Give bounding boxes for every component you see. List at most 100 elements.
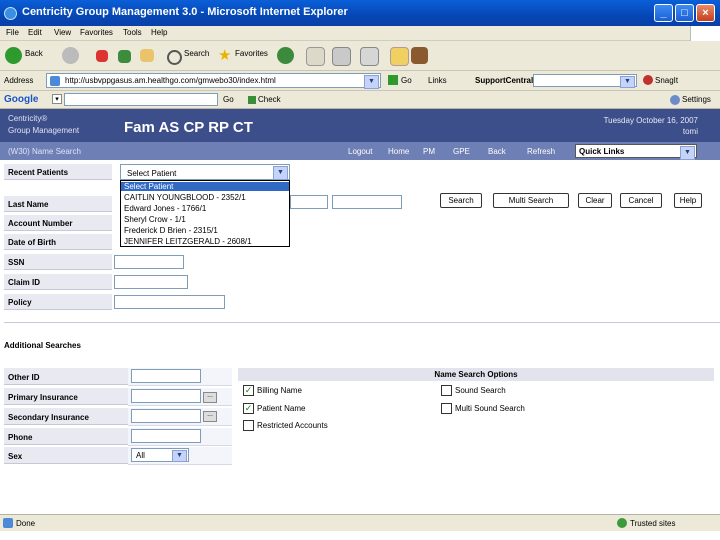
claim-id-input[interactable] bbox=[114, 275, 188, 289]
breadcrumb: (W30) Name Search bbox=[8, 147, 81, 156]
primary-insurance-input[interactable] bbox=[131, 389, 201, 403]
claim-id-label: Claim ID bbox=[4, 274, 112, 290]
multi-search-button[interactable]: Multi Search bbox=[493, 193, 569, 208]
search-icon[interactable] bbox=[167, 50, 182, 65]
menu-file[interactable]: File bbox=[6, 28, 19, 37]
nav-home[interactable]: Home bbox=[388, 147, 409, 156]
google-check-button[interactable]: Check bbox=[258, 95, 281, 104]
support-central-link[interactable]: SupportCentral bbox=[475, 76, 533, 85]
mail-icon[interactable] bbox=[306, 47, 325, 66]
refresh-icon[interactable] bbox=[118, 50, 131, 63]
support-central-input[interactable]: ▼ bbox=[533, 74, 637, 88]
ssn-input[interactable] bbox=[114, 255, 184, 269]
nav-refresh[interactable]: Refresh bbox=[527, 147, 555, 156]
policy-input[interactable] bbox=[114, 295, 225, 309]
home-icon[interactable] bbox=[140, 49, 154, 62]
edit-icon[interactable] bbox=[360, 47, 379, 66]
secondary-insurance-input[interactable] bbox=[131, 409, 201, 423]
recent-patient-option[interactable]: Select Patient bbox=[121, 182, 289, 191]
patient-name-checkbox[interactable]: ✓ bbox=[243, 403, 254, 414]
sex-select[interactable]: All ▼ bbox=[131, 448, 189, 462]
cancel-button[interactable]: Cancel bbox=[620, 193, 662, 208]
menu-favorites[interactable]: Favorites bbox=[80, 28, 113, 37]
search-button[interactable]: Search bbox=[184, 49, 209, 58]
multi-sound-search-label: Multi Sound Search bbox=[455, 404, 525, 413]
snagit-button[interactable]: SnagIt bbox=[655, 76, 678, 85]
print-icon[interactable] bbox=[332, 47, 351, 66]
recent-patient-option[interactable]: Sheryl Crow - 1/1 bbox=[124, 215, 186, 224]
last-name-label: Last Name bbox=[4, 196, 112, 212]
secondary-insurance-lookup-button[interactable]: ... bbox=[203, 411, 217, 422]
window-title: Centricity Group Management 3.0 - Micros… bbox=[22, 6, 348, 18]
help-button[interactable]: Help bbox=[674, 193, 702, 208]
recent-patients-list[interactable]: Select Patient CAITLIN YOUNGBLOOD - 2352… bbox=[120, 180, 290, 247]
menu-tools[interactable]: Tools bbox=[123, 28, 142, 37]
stop-icon[interactable] bbox=[96, 50, 108, 62]
recent-patients-select[interactable]: Select Patient ▼ bbox=[120, 164, 290, 180]
snagit-icon[interactable] bbox=[643, 75, 653, 85]
patient-name-label: Patient Name bbox=[257, 404, 306, 413]
windows-logo-icon bbox=[690, 26, 720, 41]
back-button[interactable]: Back bbox=[25, 49, 43, 58]
address-input[interactable]: http://usbvppgasus.am.healthgo.com/gmweb… bbox=[46, 73, 381, 89]
back-arrow-icon[interactable] bbox=[5, 47, 22, 64]
nav-gpe[interactable]: GPE bbox=[453, 147, 470, 156]
links-label[interactable]: Links bbox=[428, 76, 447, 85]
phone-input[interactable] bbox=[131, 429, 201, 443]
last-name-input[interactable] bbox=[290, 195, 328, 209]
other-id-input[interactable] bbox=[131, 369, 201, 383]
menu-help[interactable]: Help bbox=[151, 28, 167, 37]
minimize-button[interactable]: _ bbox=[654, 4, 673, 22]
multi-sound-search-checkbox[interactable] bbox=[441, 403, 452, 414]
search-button[interactable]: Search bbox=[440, 193, 482, 208]
maximize-button[interactable]: □ bbox=[675, 4, 694, 22]
quick-links-select[interactable]: Quick Links ▼ bbox=[575, 144, 697, 160]
recent-patient-option[interactable]: CAITLIN YOUNGBLOOD - 2352/1 bbox=[124, 193, 246, 202]
billing-name-label: Billing Name bbox=[257, 386, 302, 395]
google-search-input[interactable] bbox=[64, 93, 218, 106]
close-button[interactable]: × bbox=[696, 4, 715, 22]
first-name-input[interactable] bbox=[332, 195, 402, 209]
ssn-label: SSN bbox=[4, 254, 112, 270]
page-done-icon bbox=[3, 518, 13, 528]
chevron-down-icon[interactable]: ▼ bbox=[620, 76, 635, 88]
recent-patient-option[interactable]: Edward Jones - 1766/1 bbox=[124, 204, 206, 213]
chevron-down-icon[interactable]: ▼ bbox=[364, 75, 379, 89]
chevron-down-icon[interactable]: ▼ bbox=[680, 146, 695, 160]
dob-label: Date of Birth bbox=[4, 234, 112, 250]
menu-edit[interactable]: Edit bbox=[28, 28, 42, 37]
recent-patient-option[interactable]: Frederick D Brien - 2315/1 bbox=[124, 226, 218, 235]
go-arrow-icon[interactable] bbox=[388, 75, 398, 85]
additional-searches-heading: Additional Searches bbox=[4, 341, 81, 350]
sound-search-checkbox[interactable] bbox=[441, 385, 452, 396]
google-go-button[interactable]: Go bbox=[223, 95, 234, 104]
billing-name-checkbox[interactable]: ✓ bbox=[243, 385, 254, 396]
go-button[interactable]: Go bbox=[401, 76, 412, 85]
app-brand: Centricity® Group Management bbox=[8, 113, 79, 137]
favorites-button[interactable]: Favorites bbox=[235, 49, 268, 58]
favorites-star-icon[interactable]: ★ bbox=[218, 46, 235, 64]
primary-insurance-lookup-button[interactable]: ... bbox=[203, 392, 217, 403]
name-search-options-header: Name Search Options bbox=[238, 368, 714, 381]
restricted-accounts-checkbox[interactable] bbox=[243, 420, 254, 431]
google-chevron-icon[interactable]: ▾ bbox=[52, 94, 62, 104]
forward-arrow-icon[interactable] bbox=[62, 47, 79, 64]
clear-button[interactable]: Clear bbox=[578, 193, 612, 208]
nav-logout[interactable]: Logout bbox=[348, 147, 372, 156]
nav-pm[interactable]: PM bbox=[423, 147, 435, 156]
restricted-accounts-label: Restricted Accounts bbox=[257, 421, 328, 430]
recent-patient-option[interactable]: JENNIFER LEITZGERALD - 2608/1 bbox=[124, 237, 252, 246]
nav-back[interactable]: Back bbox=[488, 147, 506, 156]
menu-view[interactable]: View bbox=[54, 28, 71, 37]
account-number-label: Account Number bbox=[4, 215, 112, 231]
history-icon[interactable] bbox=[277, 47, 294, 64]
discuss-icon[interactable] bbox=[390, 47, 409, 66]
chevron-down-icon[interactable]: ▼ bbox=[273, 166, 288, 180]
recent-patients-label: Recent Patients bbox=[4, 164, 112, 180]
google-settings-button[interactable]: Settings bbox=[682, 95, 711, 104]
patient-header: Fam AS CP RP CT bbox=[124, 119, 253, 136]
research-icon[interactable] bbox=[411, 47, 428, 64]
chevron-down-icon[interactable]: ▼ bbox=[172, 450, 187, 462]
google-logo[interactable]: Google bbox=[4, 94, 38, 105]
address-bar: Address http://usbvppgasus.am.healthgo.c… bbox=[0, 71, 720, 91]
